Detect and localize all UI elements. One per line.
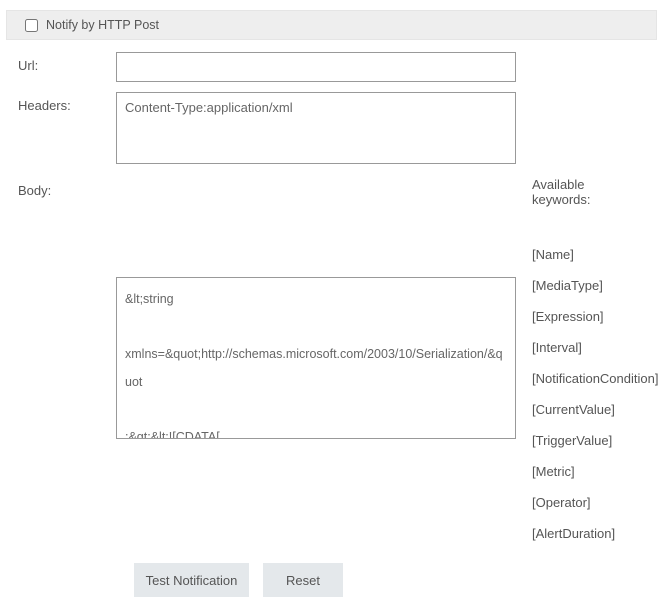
url-field-col xyxy=(116,52,516,82)
body-labels-row: Body: Available keywords: xyxy=(18,177,645,207)
form-area: Url: Headers: Body: Available keywords: … xyxy=(0,40,663,607)
headers-label: Headers: xyxy=(18,92,116,113)
test-notification-button[interactable]: Test Notification xyxy=(134,563,249,597)
keywords-title-col: Available keywords: xyxy=(516,177,645,207)
keyword-item: [Metric] xyxy=(532,464,658,479)
keyword-item: [CurrentValue] xyxy=(532,402,658,417)
body-label: Body: xyxy=(18,177,116,198)
body-content-row: [Name] [MediaType] [Expression] [Interva… xyxy=(18,277,645,541)
keyword-item: [Interval] xyxy=(532,340,658,355)
body-input[interactable] xyxy=(116,277,516,439)
notify-checkbox[interactable] xyxy=(25,19,38,32)
url-input[interactable] xyxy=(116,52,516,82)
keyword-item: [Operator] xyxy=(532,495,658,510)
section-header: Notify by HTTP Post xyxy=(6,10,657,40)
notify-checkbox-label[interactable]: Notify by HTTP Post xyxy=(25,18,159,32)
headers-field-col xyxy=(116,92,516,167)
url-label: Url: xyxy=(18,52,116,73)
url-row: Url: xyxy=(18,52,645,82)
keyword-item: [TriggerValue] xyxy=(532,433,658,448)
body-textarea-wrap xyxy=(116,277,516,442)
keywords-title: Available keywords: xyxy=(532,177,645,207)
keyword-item: [AlertDuration] xyxy=(532,526,658,541)
headers-row: Headers: xyxy=(18,92,645,167)
button-row: Test Notification Reset xyxy=(134,563,645,597)
reset-button[interactable]: Reset xyxy=(263,563,343,597)
keyword-item: [MediaType] xyxy=(532,278,658,293)
headers-input[interactable] xyxy=(116,92,516,164)
keywords-list: [Name] [MediaType] [Expression] [Interva… xyxy=(516,247,658,541)
keyword-item: [Expression] xyxy=(532,309,658,324)
keyword-item: [NotificationCondition] xyxy=(532,371,658,386)
keyword-item: [Name] xyxy=(532,247,658,262)
notify-checkbox-text: Notify by HTTP Post xyxy=(46,18,159,32)
